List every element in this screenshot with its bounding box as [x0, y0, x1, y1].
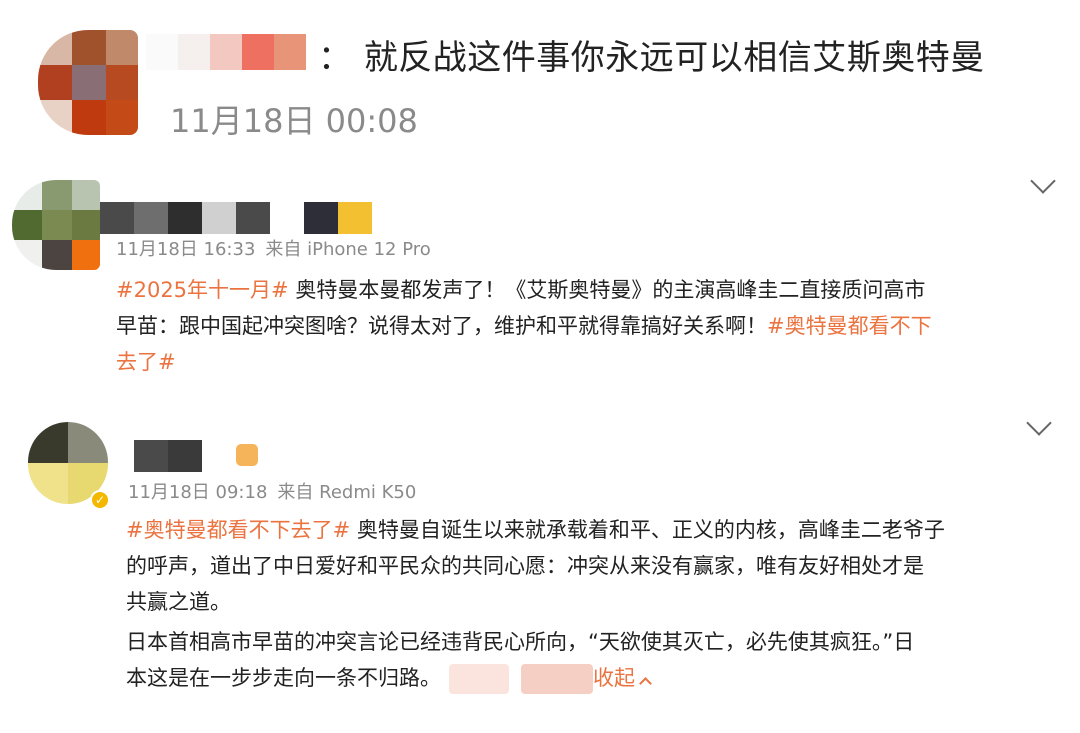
redacted-content — [449, 664, 509, 694]
user-level-badge-icon — [236, 444, 258, 466]
comment-body: #奥特曼都看不下去了# 奥特曼自诞生以来就承载着和平、正义的内核，高峰圭二老爷子… — [126, 512, 945, 696]
comment-avatar[interactable] — [12, 180, 100, 270]
expand-chevron-down-icon[interactable] — [1026, 410, 1052, 436]
hashtag-link[interactable]: 去了# — [116, 350, 176, 374]
comment-meta: 11月18日 16:33 来自 iPhone 12 Pro — [116, 238, 441, 262]
hashtag-link[interactable]: #2025年十一月# — [116, 278, 289, 302]
header-timestamp: 11月18日 00:08 — [170, 102, 418, 140]
hashtag-link[interactable]: #奥特曼都看不下去了# — [126, 518, 350, 542]
comment-source: 来自 iPhone 12 Pro — [265, 239, 431, 260]
comment-line: #奥特曼都看不下去了# 奥特曼自诞生以来就承载着和平、正义的内核，高峰圭二老爷子 — [126, 518, 945, 542]
verified-badge-icon: ✓ — [90, 490, 110, 510]
comment-source: 来自 Redmi K50 — [277, 482, 417, 503]
comment-line: 去了# — [116, 344, 932, 380]
hashtag-link[interactable]: #奥特曼都看不下 — [767, 314, 932, 338]
comment-meta: 11月18日 09:18 来自 Redmi K50 — [128, 481, 426, 505]
comment-line: #2025年十一月# 奥特曼本曼都发声了！《艾斯奥特曼》的主演高峰圭二直接质问高… — [116, 278, 926, 302]
chevron-up-icon — [639, 677, 652, 690]
comment-date: 11月18日 16:33 — [116, 239, 256, 260]
header-username-redacted[interactable] — [146, 34, 306, 70]
redacted-content — [521, 664, 593, 694]
comment-line: 日本首相高市早苗的冲突言论已经违背民心所向，“天欲使其灭亡，必先使其疯狂。”日 — [126, 630, 915, 654]
comment-line: 本这是在一步步走向一条不归路。 收起 — [126, 660, 945, 696]
header-comment-text: ： 就反战这件事你永远可以相信艾斯奥特曼 — [318, 38, 985, 78]
collapse-button[interactable]: 收起 — [593, 666, 652, 690]
header-avatar[interactable] — [38, 30, 138, 135]
expand-chevron-down-icon[interactable] — [1030, 168, 1056, 194]
comment-line: 共赢之道。 — [126, 590, 231, 614]
comment-line: 早苗：跟中国起冲突图啥？说得太对了，维护和平就得靠搞好关系啊！#奥特曼都看不下 — [116, 314, 932, 338]
comment-date: 11月18日 09:18 — [128, 482, 268, 503]
comment-line: 的呼声，道出了中日爱好和平民众的共同心愿：冲突从来没有赢家，唯有友好相处才是 — [126, 554, 924, 578]
comment-body: #2025年十一月# 奥特曼本曼都发声了！《艾斯奥特曼》的主演高峰圭二直接质问高… — [116, 272, 932, 380]
